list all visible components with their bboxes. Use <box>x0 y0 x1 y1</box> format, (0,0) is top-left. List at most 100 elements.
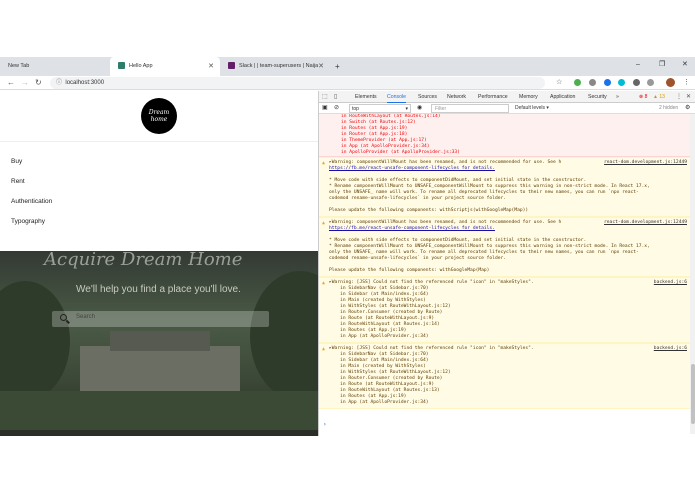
warning-badge[interactable]: ▲ 13 <box>653 93 665 101</box>
settings-gear-icon[interactable]: ⚙ <box>685 103 690 114</box>
console-warning[interactable]: ▲ backend.js:6 ▸Warning: [JSS] Could not… <box>319 277 690 343</box>
tab-sources[interactable]: Sources <box>418 91 437 103</box>
url-text: localhost:3000 <box>65 80 105 86</box>
tab-application[interactable]: Application <box>550 91 575 103</box>
close-window-icon[interactable]: ✕ <box>682 57 688 73</box>
warning-line: Please update the following components: … <box>329 268 490 273</box>
reload-icon[interactable]: ↻ <box>35 77 42 89</box>
close-devtools-icon[interactable]: ✕ <box>686 93 691 101</box>
source-link[interactable]: react-dom.development.js:12449 <box>604 160 687 166</box>
more-tabs-icon[interactable]: » <box>616 91 619 103</box>
address-bar-row: ← → ↻ ⓘ localhost:3000 ☆ ⋮ <box>0 76 695 90</box>
tab-label: Slack | | team-superusers | Naija <box>239 63 319 69</box>
extension-icon[interactable] <box>618 79 625 86</box>
tab-elements[interactable]: Elements <box>355 91 377 103</box>
extension-icon[interactable] <box>633 79 640 86</box>
url-input[interactable]: ⓘ localhost:3000 <box>50 77 545 89</box>
extension-icon[interactable] <box>604 79 611 86</box>
tab-hello-app[interactable]: Hello App ✕ <box>110 57 220 76</box>
hero-subtitle: We'll help you find a place you'll love. <box>76 284 241 295</box>
close-tab-icon[interactable]: ✕ <box>318 57 324 76</box>
source-link[interactable]: backend.js:6 <box>654 280 687 286</box>
info-icon[interactable]: ⓘ <box>56 80 62 86</box>
source-link[interactable]: backend.js:6 <box>654 346 687 352</box>
console-warning[interactable]: ▲ backend.js:6 ▸Warning: [JSS] Could not… <box>319 343 690 409</box>
device-toolbar-icon[interactable]: ▯ <box>334 93 337 101</box>
hero-lawn <box>0 391 318 431</box>
app-page: Dream home Buy Rent Authentication Typog… <box>0 91 318 436</box>
warning-icon: ▲ <box>322 346 326 352</box>
error-badge[interactable]: ⊗ 8 <box>639 93 647 101</box>
search-input[interactable]: Search <box>52 311 269 327</box>
devtools-menu-icon[interactable]: ⋮ <box>676 93 682 101</box>
hero-banner: Acquire Dream Home We'll help you find a… <box>0 251 318 431</box>
hero-tree <box>0 281 70 401</box>
filter-placeholder: Filter <box>435 106 447 112</box>
tab-network[interactable]: Network <box>447 91 466 103</box>
app-favicon-icon <box>118 62 125 70</box>
devtools-tab-bar: ⬚ ▯ Elements Console Sources Network Per… <box>319 91 695 103</box>
console-error-stack: in RouteWithLayout (at Routes.js:14) in … <box>319 114 690 157</box>
context-select[interactable]: top ▾ <box>349 104 411 113</box>
tab-label: New Tab <box>8 63 30 69</box>
back-icon[interactable]: ← <box>7 77 15 89</box>
warning-line: in App (at ApolloProvider.js:34) <box>329 334 429 339</box>
menu-item-rent[interactable]: Rent <box>11 177 52 197</box>
sidebar-toggle-icon[interactable]: ▣ <box>322 103 328 114</box>
filter-input[interactable]: Filter <box>431 104 509 113</box>
warning-line: in App (at ApolloProvider.js:34) <box>329 400 429 405</box>
hero-roof <box>110 331 210 351</box>
warning-line: Please update the following components: … <box>329 208 529 213</box>
header-divider <box>0 141 318 142</box>
console-prompt[interactable]: › <box>323 421 327 428</box>
clear-console-icon[interactable]: ⊘ <box>334 103 339 114</box>
console-toolbar: ▣ ⊘ top ▾ ◉ Filter Default levels ▾ 2 hid… <box>319 103 695 114</box>
slack-favicon-icon <box>228 62 235 70</box>
tab-new-tab[interactable]: New Tab <box>0 57 110 76</box>
tab-performance[interactable]: Performance <box>478 91 508 103</box>
logo-line2: home <box>150 116 168 123</box>
tab-console[interactable]: Console <box>387 91 407 103</box>
devtools-panel: ⬚ ▯ Elements Console Sources Network Per… <box>318 91 695 436</box>
hero-title: Acquire Dream Home <box>44 251 243 270</box>
log-levels-select[interactable]: Default levels ▾ <box>515 103 549 114</box>
extension-icon[interactable] <box>589 79 596 86</box>
tab-slack[interactable]: Slack | | team-superusers | Naija ✕ <box>220 57 330 76</box>
minimize-icon[interactable]: – <box>636 57 640 73</box>
forward-icon[interactable]: → <box>21 77 29 89</box>
console-warning[interactable]: ▲ react-dom.development.js:12449 ▸Warnin… <box>319 217 690 277</box>
warning-icon: ▲ <box>322 220 326 226</box>
menu-item-buy[interactable]: Buy <box>11 157 52 177</box>
search-icon <box>60 314 67 321</box>
dream-home-logo[interactable]: Dream home <box>141 98 177 134</box>
hidden-count: 2 hidden <box>659 105 679 111</box>
page-footer-strip <box>0 430 318 436</box>
new-tab-button[interactable]: + <box>332 57 346 76</box>
eye-icon[interactable]: ◉ <box>417 103 422 114</box>
tab-label: Hello App <box>129 63 153 69</box>
chevron-down-icon: ▾ <box>405 106 408 112</box>
warning-icon: ▲ <box>322 160 326 166</box>
sidebar-menu: Buy Rent Authentication Typography <box>11 157 52 237</box>
star-icon[interactable]: ☆ <box>556 77 562 89</box>
menu-item-typography[interactable]: Typography <box>11 217 52 237</box>
source-link[interactable]: react-dom.development.js:12449 <box>604 220 687 226</box>
stack-line: in ApolloProvider (at ApolloProvider.js:… <box>341 150 460 155</box>
warning-icon: ▲ <box>322 280 326 286</box>
extension-icon[interactable] <box>647 79 654 86</box>
close-tab-icon[interactable]: ✕ <box>208 57 214 76</box>
menu-icon[interactable]: ⋮ <box>683 77 690 89</box>
scrollbar-thumb[interactable] <box>691 364 695 424</box>
menu-item-authentication[interactable]: Authentication <box>11 197 52 217</box>
console-scrollbar[interactable] <box>690 114 695 434</box>
browser-tab-strip: New Tab Hello App ✕ Slack | | team-super… <box>0 57 695 76</box>
profile-avatar-icon[interactable] <box>666 78 675 87</box>
inspect-icon[interactable]: ⬚ <box>322 93 328 101</box>
hero-tree <box>250 271 318 401</box>
tab-security[interactable]: Security <box>588 91 607 103</box>
extension-icon[interactable] <box>574 79 581 86</box>
tab-memory[interactable]: Memory <box>519 91 538 103</box>
console-warning[interactable]: ▲ react-dom.development.js:12449 ▸Warnin… <box>319 157 690 217</box>
maximize-icon[interactable]: ❐ <box>659 57 665 73</box>
context-value: top <box>352 106 359 112</box>
